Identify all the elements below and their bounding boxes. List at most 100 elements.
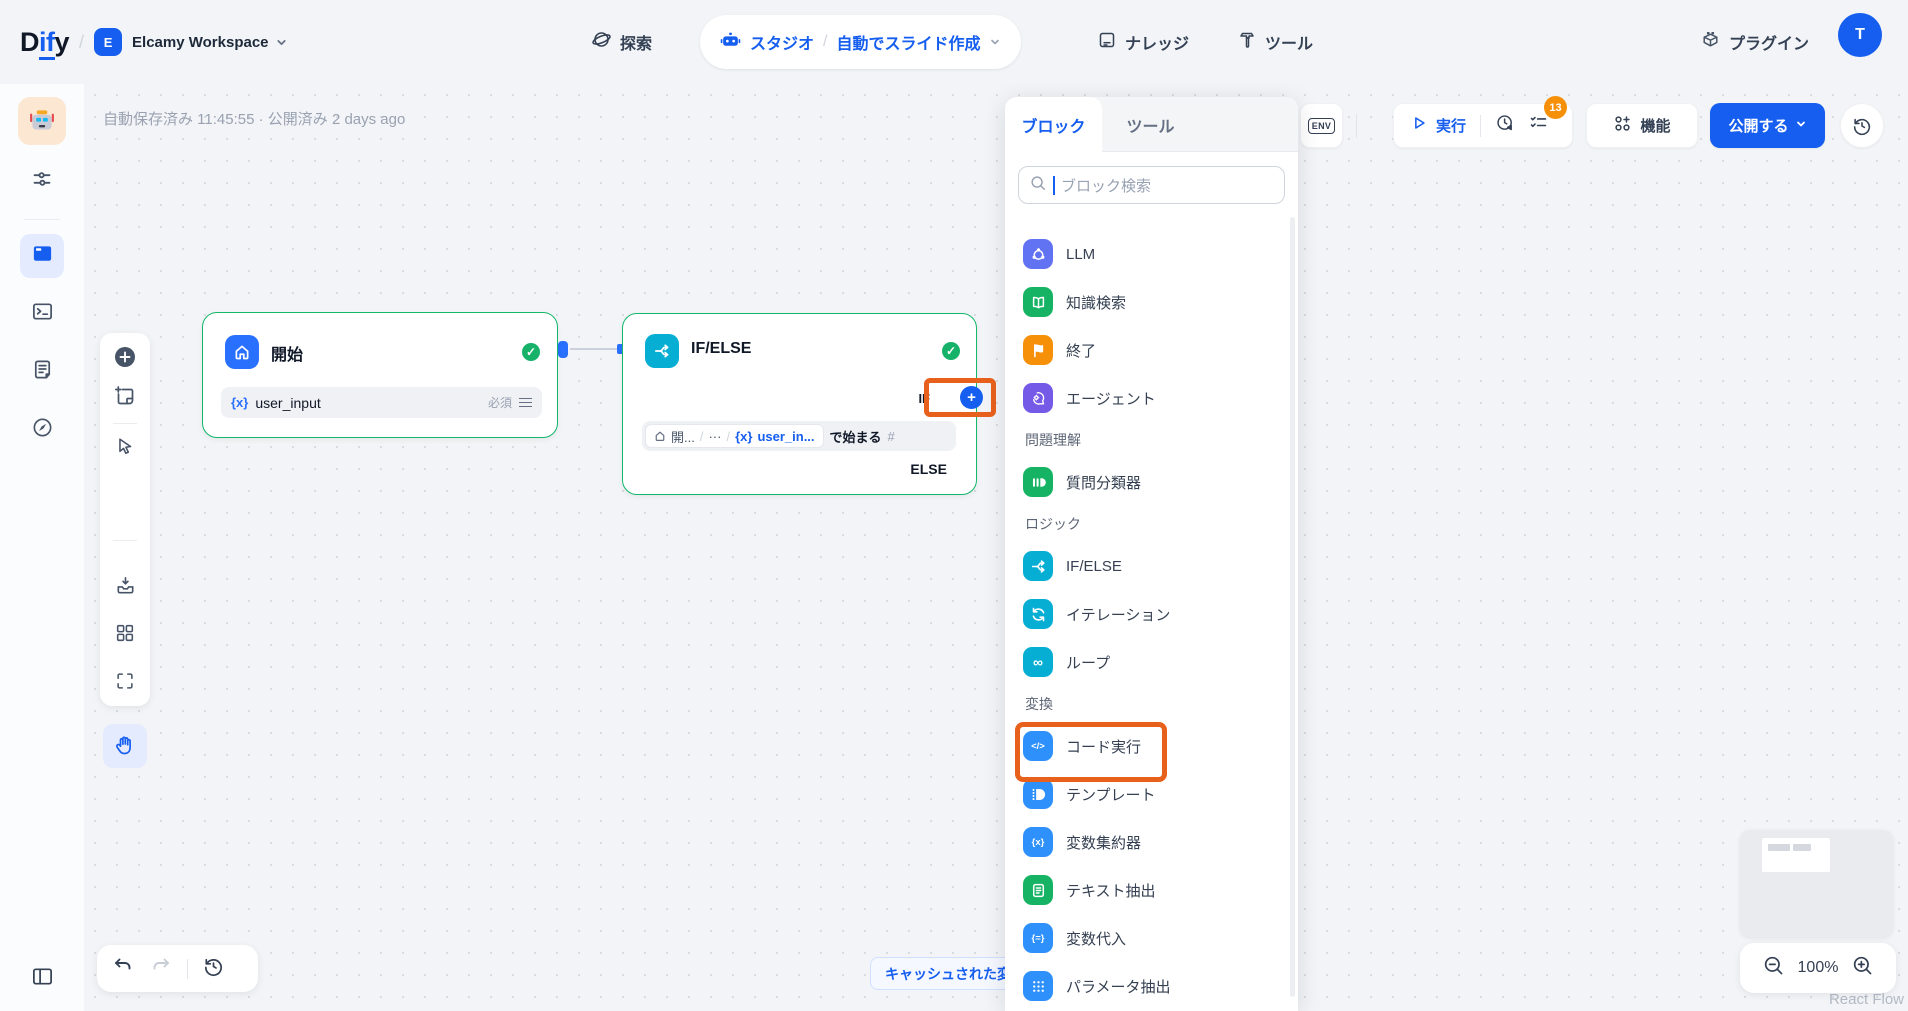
nav-item-label: ナレッジ <box>1125 36 1190 53</box>
studio-breadcrumb-pill[interactable]: スタジオ / 自動でスライド作成 <box>700 15 1022 69</box>
block-item-code[interactable]: </> コード実行 <box>1005 722 1298 770</box>
block-item-agent[interactable]: エージェント <box>1005 374 1298 422</box>
terminal-icon <box>31 300 54 328</box>
block-item-question-classifier[interactable]: 質問分類器 <box>1005 458 1298 506</box>
block-selector-panel: ブロック ツール ブロック検索 LLM 知識検索 終了 エージェント 問題理解 質問分類器… <box>1005 97 1298 1011</box>
cached-variables-button[interactable]: キャッシュされた変 <box>870 957 1026 990</box>
nav-item-knowledge[interactable]: ナレッジ <box>1097 30 1189 55</box>
home-icon <box>655 431 665 441</box>
run-history-icon[interactable] <box>1495 113 1516 139</box>
add-note-button[interactable] <box>113 384 137 408</box>
sidebar-item-monitoring[interactable] <box>20 408 64 452</box>
play-icon <box>1410 114 1428 137</box>
toolbar-divider <box>1480 114 1482 137</box>
block-item-doc-extractor[interactable]: テキスト抽出 <box>1005 866 1298 914</box>
sidebar-item-logs[interactable] <box>20 350 64 394</box>
block-item-template[interactable]: テンプレート <box>1005 770 1298 818</box>
variable-aggregator-icon: {x} <box>1023 827 1053 857</box>
knowledge-icon <box>1097 30 1117 55</box>
block-item-variable-assigner[interactable]: {=} 変数代入 <box>1005 914 1298 962</box>
llm-icon <box>1023 239 1053 269</box>
export-dsl-button[interactable] <box>113 573 137 597</box>
zoom-out-icon[interactable] <box>1762 954 1785 982</box>
workspace-avatar[interactable]: E <box>94 28 123 56</box>
fit-view-button[interactable] <box>113 669 137 693</box>
user-avatar[interactable]: T <box>1838 13 1882 57</box>
features-button[interactable]: 機能 <box>1586 103 1698 148</box>
block-item-loop[interactable]: ∞ ループ <box>1005 638 1298 686</box>
block-item-if-else[interactable]: IF/ELSE <box>1005 542 1298 590</box>
start-variable-row[interactable]: {x} user_input 必須 <box>221 387 542 418</box>
env-variables-button[interactable]: ENV <box>1300 103 1343 148</box>
change-history-button[interactable] <box>202 955 225 983</box>
gauge-icon <box>31 416 54 444</box>
undo-button[interactable] <box>111 954 135 983</box>
condition-variable-pill[interactable]: 開... / ··· / {x} user_in... <box>645 424 824 448</box>
hand-mode-button[interactable] <box>113 734 137 758</box>
nav-separator: / <box>79 31 85 52</box>
features-icon <box>1613 114 1632 137</box>
nav-item-plugins[interactable]: プラグイン <box>1700 29 1809 55</box>
block-item-iteration[interactable]: イテレーション <box>1005 590 1298 638</box>
left-sidebar <box>0 84 84 1011</box>
nav-item-tools[interactable]: ツール <box>1237 30 1313 55</box>
block-item-variable-aggregator[interactable]: {x} 変数集約器 <box>1005 818 1298 866</box>
dify-workflow-app: Dify / E Elcamy Workspace 探索 スタジオ / 自動でス… <box>0 0 1908 1011</box>
chevron-down-icon <box>1795 117 1807 134</box>
chevron-down-icon[interactable] <box>989 36 1001 48</box>
panel-scrollbar[interactable] <box>1290 217 1295 997</box>
block-item-parameter-extractor[interactable]: パラメータ抽出 <box>1005 962 1298 1010</box>
sidebar-item-api[interactable] <box>20 292 64 336</box>
variable-brace-icon: {x} <box>231 395 249 410</box>
block-search-input[interactable]: ブロック検索 <box>1018 166 1285 204</box>
run-button[interactable]: 実行 <box>1436 115 1466 136</box>
run-toolbar: 実行 13 <box>1393 96 1573 148</box>
block-item-llm[interactable]: LLM <box>1005 230 1298 278</box>
block-section-label: 変換 <box>1025 696 1053 712</box>
tab-studio[interactable]: スタジオ <box>750 30 814 54</box>
sidebar-item-settings[interactable] <box>20 159 64 203</box>
condition-node-ref: 開... <box>671 429 695 445</box>
breadcrumb-app-name[interactable]: 自動でスライド作成 <box>836 30 980 54</box>
node-title: IF/ELSE <box>691 340 752 357</box>
doc-extractor-icon <box>1023 875 1053 905</box>
workflow-canvas[interactable]: 自動保存済み 11:45:55 · 公開済み 2 days ago 開始 ✓ {… <box>84 84 1908 1011</box>
condition-operator: で始まる <box>829 429 882 445</box>
version-history-button[interactable] <box>1840 103 1884 148</box>
sidebar-item-orchestrate[interactable] <box>20 234 64 278</box>
collapse-sidebar-icon[interactable] <box>20 954 64 998</box>
branch-icon <box>645 334 679 368</box>
app-robot-icon[interactable] <box>18 97 66 145</box>
workspace-name[interactable]: Elcamy Workspace <box>132 34 268 51</box>
zoom-in-icon[interactable] <box>1851 954 1874 982</box>
node-start[interactable]: 開始 ✓ {x} user_input 必須 <box>202 312 558 438</box>
pointer-mode-button[interactable] <box>113 435 137 459</box>
toolbar-divider <box>113 540 137 541</box>
tab-blocks[interactable]: ブロック <box>1005 97 1102 152</box>
publish-button[interactable]: 公開する <box>1710 103 1825 148</box>
organize-blocks-button[interactable] <box>113 621 137 645</box>
condition-row[interactable]: 開... / ··· / {x} user_in... で始まる # <box>642 421 956 451</box>
tab-tools[interactable]: ツール <box>1102 97 1199 152</box>
edge-source-handle[interactable] <box>558 341 568 358</box>
separator: / <box>699 428 704 444</box>
block-item-end[interactable]: 終了 <box>1005 326 1298 374</box>
block-item-label: 質問分類器 <box>1066 474 1142 492</box>
nav-item-explore[interactable]: 探索 <box>591 29 652 55</box>
node-if-else[interactable]: IF/ELSE ✓ IF + 開... / ··· / {x} user_in.… <box>622 313 996 495</box>
add-node-button[interactable] <box>113 345 137 369</box>
separator: / <box>726 428 731 444</box>
chevron-down-icon[interactable] <box>275 36 288 49</box>
minimap-viewport <box>1762 838 1830 872</box>
minimap[interactable] <box>1740 830 1893 937</box>
add-condition-button[interactable]: + <box>960 386 983 409</box>
block-item-knowledge-retrieval[interactable]: 知識検索 <box>1005 278 1298 326</box>
variable-assigner-icon: {=} <box>1023 923 1053 953</box>
dify-logo[interactable]: Dify <box>20 26 70 60</box>
search-icon <box>1029 174 1047 197</box>
checklist-icon[interactable] <box>1528 113 1549 139</box>
breadcrumb-separator: / <box>823 33 828 50</box>
redo-button[interactable] <box>149 954 173 983</box>
toolbar-divider <box>187 958 188 979</box>
template-icon <box>1023 779 1053 809</box>
